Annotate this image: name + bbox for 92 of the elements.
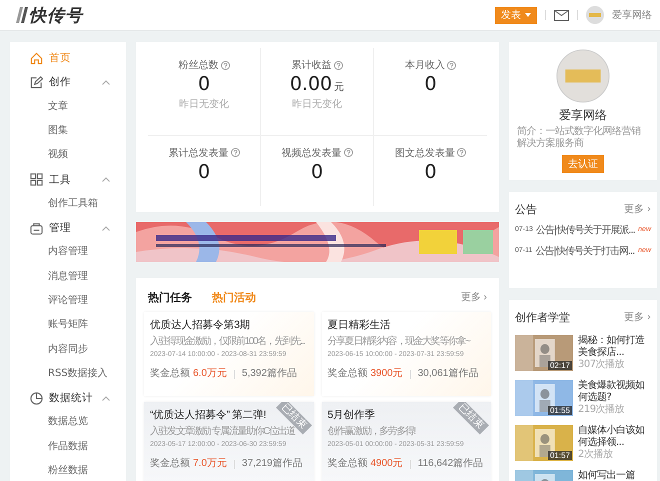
- prize-label: 奖金总额: [328, 368, 368, 380]
- user-name[interactable]: 爱享网络: [612, 8, 652, 22]
- stat-value: 0.00: [290, 73, 332, 95]
- video-title[interactable]: 如何写出一篇: [578, 470, 650, 481]
- prize-label: 奖金总额: [150, 368, 190, 380]
- prize-amount: 6.0万元: [193, 368, 227, 380]
- task-description: 入驻得现金激励，仅限前100名，先到先...: [150, 336, 304, 348]
- works-count: 5,392篇作品: [242, 368, 297, 380]
- card-title: 创作者学堂: [515, 310, 570, 324]
- sidebar-subitem[interactable]: 创作工具箱: [10, 192, 126, 216]
- stat-label: 视频总发表量: [282, 146, 342, 160]
- sidebar-subitem[interactable]: 图集: [10, 118, 126, 144]
- task-title: 优质达人招募令第3期: [150, 318, 250, 332]
- stat-note: 昨日无变化: [292, 98, 342, 111]
- play-count: 307次播放: [578, 359, 626, 371]
- play-count: 219次播放: [578, 404, 626, 416]
- task-description: 分享夏日精彩内容，现金大奖等你拿~: [328, 336, 470, 348]
- works-count: 116,642篇作品: [418, 458, 484, 470]
- help-icon[interactable]: [447, 60, 456, 70]
- sidebar-subitem[interactable]: 数据总览: [10, 410, 126, 435]
- sidebar-subitem[interactable]: 消息管理: [10, 264, 126, 289]
- sidebar-item[interactable]: 创作: [10, 70, 126, 95]
- prize-amount: 7.0万元: [193, 458, 227, 470]
- ended-ribbon: 已结束: [452, 402, 490, 435]
- caret-icon: [525, 13, 531, 17]
- stat-label: 粉丝总数: [178, 58, 218, 72]
- sidebar-item[interactable]: 管理: [10, 216, 126, 240]
- stat-label: 累计收益: [292, 58, 332, 72]
- help-icon[interactable]: [220, 60, 230, 70]
- chevron-icon: [102, 80, 110, 85]
- prize-label: 奖金总额: [328, 458, 368, 470]
- sidebar-subitem[interactable]: 账号矩阵: [10, 313, 126, 338]
- works-count: 30,061篇作品: [418, 368, 478, 380]
- sidebar-item[interactable]: 数据统计: [10, 386, 126, 410]
- video-duration: 02:17: [548, 361, 572, 370]
- chevron-icon: [102, 226, 110, 231]
- stat-label: 本月收入: [405, 58, 445, 72]
- help-icon[interactable]: [344, 148, 352, 157]
- chevron-icon: [102, 396, 110, 401]
- sidebar-subitem[interactable]: 内容同步: [10, 338, 126, 362]
- works-count: 37,219篇作品: [242, 458, 302, 470]
- logo-slash-icon: [16, 7, 28, 23]
- help-icon[interactable]: [457, 148, 466, 157]
- tab[interactable]: 热门任务: [148, 290, 192, 304]
- profile-intro: 简介：一站式数字化网络营销解决方案服务商: [517, 126, 642, 150]
- grid-icon: [30, 173, 43, 186]
- home-icon: [30, 52, 43, 65]
- stat-note: 昨日无变化: [179, 98, 229, 111]
- video-duration: 01:57: [548, 451, 572, 460]
- more-link[interactable]: 更多 ›: [460, 290, 487, 304]
- prize-label: 奖金总额: [150, 458, 190, 470]
- help-icon[interactable]: [334, 60, 342, 70]
- edit-icon: [30, 76, 43, 89]
- task-title: 夏日精彩生活: [328, 318, 390, 332]
- video-duration: 01:55: [548, 406, 572, 415]
- help-icon[interactable]: [230, 148, 240, 157]
- stat-unit: 元: [334, 81, 344, 94]
- task-title: “优质达人招募令” 第二弹!: [150, 408, 266, 422]
- sidebar-subitem[interactable]: 作品数据: [10, 434, 126, 460]
- stat-value: 0: [310, 160, 324, 182]
- mail-icon[interactable]: [554, 10, 569, 20]
- more-link[interactable]: 更多 ›: [624, 310, 651, 324]
- sidebar-item[interactable]: 工具: [10, 167, 126, 192]
- stat-value: 0: [424, 160, 437, 182]
- play-count: 2次播放: [578, 449, 614, 461]
- stat-label: 累计总发表量: [168, 146, 228, 160]
- video-title[interactable]: 自媒体小白该如何选择领...: [578, 425, 650, 449]
- video-title[interactable]: 美食爆款视频如何选题?: [578, 380, 650, 404]
- chevron-icon: [102, 177, 110, 182]
- sidebar-subitem[interactable]: RSS数据接入: [10, 362, 126, 386]
- more-link[interactable]: 更多 ›: [624, 202, 651, 216]
- profile-name: 爱享网络: [559, 107, 607, 124]
- stat-value: 0: [198, 73, 210, 95]
- sidebar-subitem[interactable]: 视频: [10, 143, 126, 168]
- task-title: 5月创作季: [328, 408, 375, 422]
- task-description: 创作赢激励，多劳多得!: [328, 426, 415, 438]
- logo[interactable]: 快传号: [29, 4, 83, 26]
- stat-value: 0: [198, 160, 210, 182]
- avatar[interactable]: [586, 6, 604, 24]
- sidebar-subitem[interactable]: 粉丝数据: [10, 459, 126, 481]
- video-title[interactable]: 揭秘：如何打造美食探店...: [578, 335, 650, 359]
- card-title: 公告: [515, 202, 537, 216]
- prize-amount: 4900元: [370, 458, 403, 470]
- avatar: [556, 49, 610, 103]
- prize-amount: 3900元: [370, 368, 403, 380]
- stat-value: 0: [424, 73, 437, 95]
- bag-icon: [30, 222, 43, 235]
- sidebar-subitem[interactable]: 评论管理: [10, 288, 126, 314]
- sidebar-subitem[interactable]: 文章: [10, 94, 126, 119]
- pie-chart-icon: [30, 392, 43, 405]
- sidebar-subitem[interactable]: 内容管理: [10, 240, 126, 265]
- stat-label: 图文总发表量: [395, 146, 455, 160]
